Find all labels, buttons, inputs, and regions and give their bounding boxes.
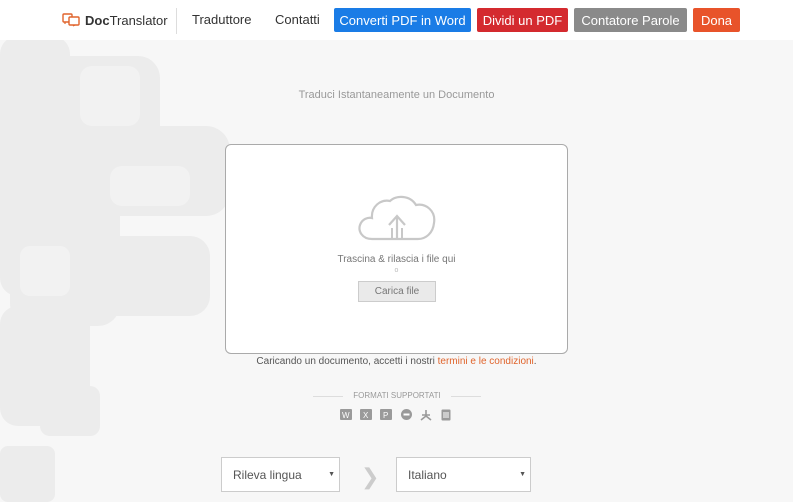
background-decoration: [0, 36, 230, 502]
source-language-value: Rileva lingua: [233, 467, 302, 482]
donate-button[interactable]: Dona: [693, 8, 740, 32]
logo-text: DocTranslator: [85, 12, 168, 28]
terms-notice: Caricando un documento, accetti i nostri…: [0, 356, 793, 367]
source-language-select[interactable]: Rileva lingua ▼: [221, 457, 340, 492]
terms-link[interactable]: termini e le condizioni: [438, 356, 534, 367]
top-navbar: DocTranslator Traduttore Contatti Conver…: [0, 0, 793, 40]
format-icons: W X P: [339, 408, 453, 421]
page-subtitle: Traduci Istantaneamente un Documento: [298, 89, 495, 101]
chevron-down-icon: ▼: [519, 471, 526, 478]
excel-icon: X: [359, 408, 373, 421]
powerpoint-icon: P: [379, 408, 393, 421]
word-icon: W: [339, 408, 353, 421]
header-divider: [176, 8, 177, 34]
chevron-down-icon: ▼: [328, 471, 335, 478]
opendocument-icon: [399, 408, 413, 421]
split-pdf-button[interactable]: Dividi un PDF: [477, 8, 568, 32]
word-counter-button[interactable]: Contatore Parole: [574, 8, 687, 32]
nav-contatti[interactable]: Contatti: [275, 12, 320, 27]
chevron-right-icon: ❯: [361, 464, 380, 489]
text-file-icon: [439, 408, 453, 421]
drop-or-text: o: [394, 267, 399, 274]
file-dropzone[interactable]: Trascina & rilascia i file qui o Carica …: [225, 144, 568, 354]
doctranslator-logo-icon: [62, 13, 80, 27]
upload-file-button[interactable]: Carica file: [358, 281, 436, 302]
svg-text:X: X: [363, 411, 369, 420]
svg-text:W: W: [342, 411, 350, 420]
target-language-value: Italiano: [408, 467, 447, 482]
svg-text:P: P: [383, 411, 388, 420]
cloud-upload-icon: [358, 195, 436, 241]
target-language-select[interactable]: Italiano ▼: [396, 457, 531, 492]
drop-instructions: Trascina & rilascia i file qui: [337, 254, 456, 265]
nav-traduttore[interactable]: Traduttore: [192, 12, 252, 27]
terms-suffix: .: [533, 356, 537, 367]
supported-formats-header: FORMATI SUPPORTATI: [313, 391, 481, 401]
terms-prefix: Caricando un documento, accetti i nostri: [256, 356, 438, 367]
logo[interactable]: DocTranslator: [62, 11, 168, 29]
convert-pdf-to-word-button[interactable]: Converti PDF in Word: [334, 8, 471, 32]
pdf-icon: [419, 408, 433, 421]
divider-line-right: [451, 396, 481, 397]
